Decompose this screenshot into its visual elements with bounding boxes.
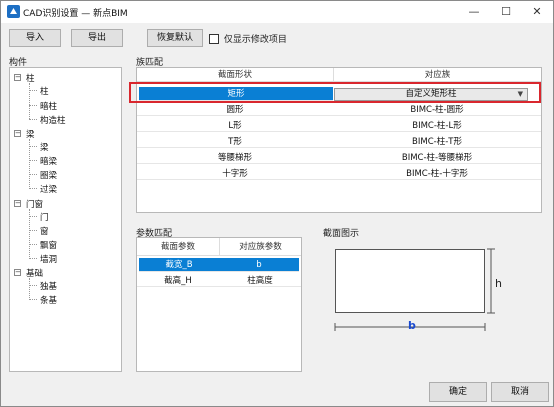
tree-item-strip-footing[interactable]: 条基	[40, 294, 57, 306]
minimize-button[interactable]: —	[459, 1, 489, 23]
column-header-section-param[interactable]: 截面参数	[137, 238, 219, 256]
shape-cell-t[interactable]: T形	[137, 136, 333, 148]
ok-button[interactable]: 确定	[429, 382, 487, 402]
expand-icon[interactable]: −	[14, 74, 21, 81]
family-cell-l[interactable]: BIMC-柱-L形	[333, 120, 541, 132]
tree-item-hidden-column[interactable]: 暗柱	[40, 100, 57, 112]
section-diagram-title: 截面图示	[323, 229, 360, 239]
family-cell-trapezoid[interactable]: BIMC-柱-等腰梯形	[333, 152, 541, 164]
export-button[interactable]: 导出	[71, 29, 123, 47]
cad-settings-window: CAD识别设置 — 新点BIM — ☐ ✕ 导入 导出 恢复默认 仅显示修改项目…	[0, 0, 554, 407]
import-button[interactable]: 导入	[9, 29, 61, 47]
family-cell-t[interactable]: BIMC-柱-T形	[333, 136, 541, 148]
tree-node-column[interactable]: 柱	[26, 72, 35, 84]
tree-item-lintel[interactable]: 过梁	[40, 183, 57, 195]
column-header-family[interactable]: 对应族	[333, 68, 541, 82]
app-icon	[7, 5, 20, 18]
highlight-annotation	[129, 82, 541, 103]
family-cell-cross[interactable]: BIMC-柱-十字形	[333, 168, 541, 180]
param-family-cell-height[interactable]: 柱高度	[219, 275, 301, 287]
tree-item-beam[interactable]: 梁	[40, 141, 49, 153]
param-match-table: 截面参数 对应族参数 截宽_B b 截高_H 柱高度	[136, 237, 302, 372]
expand-icon[interactable]: −	[14, 269, 21, 276]
shape-cell-trapezoid[interactable]: 等腰梯形	[137, 152, 333, 164]
show-modified-checkbox[interactable]	[209, 33, 219, 44]
shape-cell-l[interactable]: L形	[137, 120, 333, 132]
tree-item-column[interactable]: 柱	[40, 85, 49, 97]
height-label: h	[495, 277, 502, 290]
tree-item-door[interactable]: 门	[40, 211, 49, 223]
tree-item-ring-beam[interactable]: 圈梁	[40, 169, 57, 181]
tree-item-hidden-beam[interactable]: 暗梁	[40, 155, 57, 167]
expand-icon[interactable]: −	[14, 200, 21, 207]
width-label: b	[408, 319, 416, 332]
show-modified-toggle[interactable]: 仅显示修改项目	[209, 32, 287, 45]
shape-cell-cross[interactable]: 十字形	[137, 168, 333, 180]
shape-cell-circle[interactable]: 圆形	[137, 104, 333, 116]
tree-item-bay-window[interactable]: 飘窗	[40, 239, 57, 251]
tree-node-beam[interactable]: 梁	[26, 128, 35, 140]
param-cell-height[interactable]: 截高_H	[137, 275, 219, 287]
expand-icon[interactable]: −	[14, 130, 21, 137]
maximize-button[interactable]: ☐	[491, 1, 521, 23]
tree-item-isolated-footing[interactable]: 独基	[40, 280, 57, 292]
dimension-lines-icon	[334, 248, 495, 331]
param-cell-width[interactable]: 截宽_B	[139, 258, 219, 272]
window-title: CAD识别设置 — 新点BIM	[23, 9, 128, 19]
column-header-family-param[interactable]: 对应族参数	[219, 238, 301, 256]
param-family-cell-width[interactable]: b	[219, 258, 299, 272]
component-tree: − 柱 柱 暗柱 构造柱 − 梁 梁 暗梁 圈梁 过梁 − 门窗 门 窗 飘窗 …	[9, 67, 122, 372]
title-bar: CAD识别设置 — 新点BIM — ☐ ✕	[1, 1, 553, 23]
cancel-button[interactable]: 取消	[491, 382, 549, 402]
tree-item-constructional-column[interactable]: 构造柱	[40, 114, 66, 126]
close-button[interactable]: ✕	[522, 1, 552, 23]
tree-item-window[interactable]: 窗	[40, 225, 49, 237]
restore-default-button[interactable]: 恢复默认	[147, 29, 203, 47]
family-cell-circle[interactable]: BIMC-柱-圆形	[333, 104, 541, 116]
tree-item-wall-opening[interactable]: 墙洞	[40, 253, 57, 265]
column-header-shape[interactable]: 截面形状	[137, 68, 333, 82]
show-modified-label: 仅显示修改项目	[223, 35, 287, 45]
